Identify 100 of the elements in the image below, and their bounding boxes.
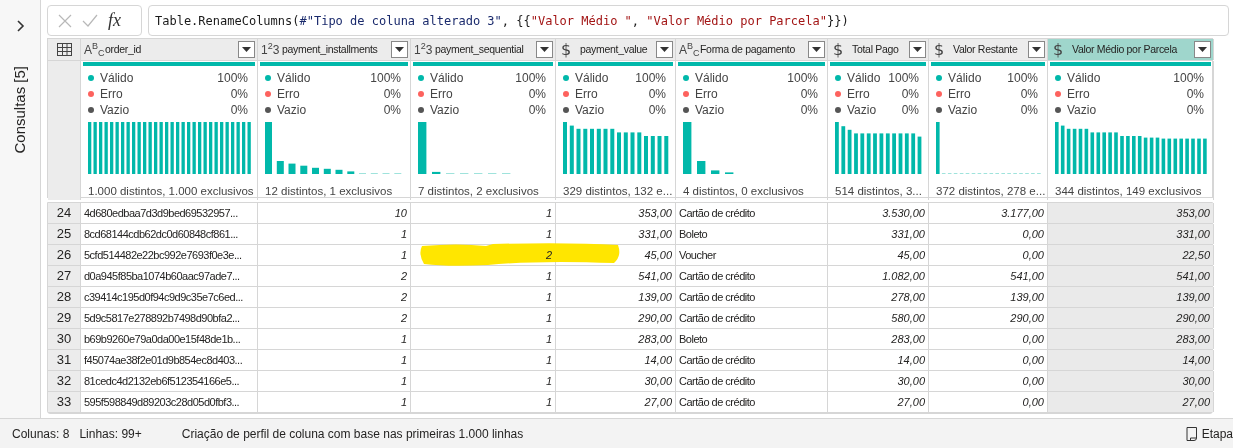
quality-label: Erro [575, 86, 599, 103]
table-cell: Voucher [676, 245, 828, 265]
table-cell: 14,00 [556, 350, 676, 370]
quality-label: Vazio [948, 102, 979, 119]
quality-label: Vazio [100, 102, 131, 119]
table-cell: 1 [411, 392, 556, 412]
quality-value: 100% [1007, 70, 1038, 87]
table-cell: 290,00 [1048, 308, 1214, 328]
dropdown-button[interactable] [238, 41, 255, 58]
column-count: Colunas: 8 [12, 425, 70, 443]
table-cell: 1 [411, 287, 556, 307]
histogram-drawing [683, 122, 734, 174]
row-number: 30 [48, 329, 81, 349]
table-cell: 1 [258, 224, 411, 244]
table-cell: 2 [258, 308, 411, 328]
table-cell: 2 [258, 287, 411, 307]
type-icon: $ [559, 41, 577, 58]
table-cell: f45074ae38f2e01d9b854ec8d403... [81, 350, 258, 370]
type-icon: $ [831, 41, 849, 58]
quality-value: 0% [528, 86, 546, 103]
quality-value: 0% [1186, 102, 1204, 119]
quality-label: Válido [948, 70, 983, 87]
distinct-summary: 4 distintos, 0 exclusivos [682, 184, 805, 199]
table-cell: 278,00 [828, 287, 929, 307]
row-number: 24 [48, 203, 81, 223]
dropdown-button[interactable] [656, 41, 673, 58]
dropdown-button[interactable] [536, 41, 553, 58]
quality-value: 0% [800, 86, 818, 103]
column-header[interactable]: $ Valor Médio por Parcela [1048, 39, 1214, 60]
dropdown-button[interactable] [391, 41, 408, 58]
quality-value: 100% [370, 70, 401, 87]
quality-value: 0% [901, 102, 919, 119]
quality-value: 100% [787, 70, 818, 87]
table-cell: b69b9260e79a0da00e15f48de1b... [81, 329, 258, 349]
table-cell: 1 [258, 371, 411, 391]
dropdown-button[interactable] [1194, 41, 1211, 58]
panel-title[interactable]: Consultas [5] [8, 66, 32, 154]
check-icon [82, 13, 98, 28]
column-header[interactable]: 1$^{2}$3 payment_installments [258, 39, 411, 60]
table-cell: 30,00 [556, 371, 676, 391]
steps-button[interactable]: Etapa [1183, 424, 1233, 443]
table-cell: d0a945f85ba1074b60aac97ade7... [81, 266, 258, 286]
table-cell: 30,00 [828, 371, 929, 391]
quality-label: Erro [695, 86, 719, 103]
formula-field[interactable]: Table.RenameColumns(#"Tipo de coluna alterado 3", {{"Valor Médio ", "Valor Médio por Parcela"}}) [148, 5, 1229, 36]
quality-label: Válido [695, 70, 730, 87]
table-cell: Cartão de crédito [676, 203, 828, 223]
table-cell: 30,00 [1048, 371, 1214, 391]
quality-value: 0% [230, 102, 248, 119]
table-cell: Cartão de crédito [676, 308, 828, 328]
quality-value: 0% [1020, 86, 1038, 103]
table-cell: 283,00 [556, 329, 676, 349]
quality-label: Válido [1067, 70, 1102, 87]
caret-icon [660, 47, 669, 52]
table-cell: 1 [258, 350, 411, 370]
table-cell: 1 [411, 308, 556, 328]
dropdown-button[interactable] [909, 41, 926, 58]
distinct-summary: 329 distintos, 132 e... [562, 184, 670, 199]
table-cell: c39414c195d0f94c9d9c35e7c6ed... [81, 287, 258, 307]
dropdown-button[interactable] [808, 41, 825, 58]
caret-icon [1032, 47, 1041, 52]
quality-value: 0% [383, 86, 401, 103]
row-number: 31 [48, 350, 81, 370]
quality-value: 0% [230, 86, 248, 103]
quality-label: Vazio [1067, 102, 1098, 119]
column-header[interactable]: 1$^{2}$3 payment_sequential [411, 39, 556, 60]
caret-icon [1198, 47, 1207, 52]
quality-value: 100% [515, 70, 546, 87]
column-header[interactable]: A$^{B}$$_{C}$order_id [81, 39, 258, 60]
table-cell: Boleto [676, 329, 828, 349]
table-cell: 1 [411, 329, 556, 349]
fx-label[interactable]: fx [108, 7, 121, 34]
quality-value: 100% [888, 70, 919, 87]
distinct-summary: 344 distintos, 149 exclusivos [1054, 184, 1203, 199]
quality-value: 100% [635, 70, 666, 87]
table-cell: 541,00 [556, 266, 676, 286]
quality-value: 100% [1173, 70, 1204, 87]
quality-label: Erro [948, 86, 972, 103]
table-cell: 14,00 [828, 350, 929, 370]
table-cell: 541,00 [1048, 266, 1214, 286]
quality-label: Erro [100, 86, 124, 103]
caret-icon [812, 47, 821, 52]
quality-label: Válido [100, 70, 135, 87]
distinct-summary: 12 distintos, 1 exclusivos [264, 184, 394, 199]
table-cell: 27,00 [828, 392, 929, 412]
column-header[interactable]: A$^{B}$$_{C}$ Forma de pagamento [676, 39, 828, 60]
quality-label: Vazio [430, 102, 461, 119]
dropdown-button[interactable] [1028, 41, 1045, 58]
quality-value: 100% [217, 70, 248, 87]
table-cell: 14,00 [1048, 350, 1214, 370]
quality-label: Erro [847, 86, 871, 103]
type-icon: $ [1051, 41, 1069, 58]
caret-icon [242, 47, 251, 52]
table-cell: 580,00 [828, 308, 929, 328]
row-number: 29 [48, 308, 81, 328]
row-number: 33 [48, 392, 81, 412]
quality-label: Válido [277, 70, 312, 87]
table-cell: 2 [258, 266, 411, 286]
row-count: Linhas: 99+ [79, 425, 142, 443]
quality-value: 0% [528, 102, 546, 119]
